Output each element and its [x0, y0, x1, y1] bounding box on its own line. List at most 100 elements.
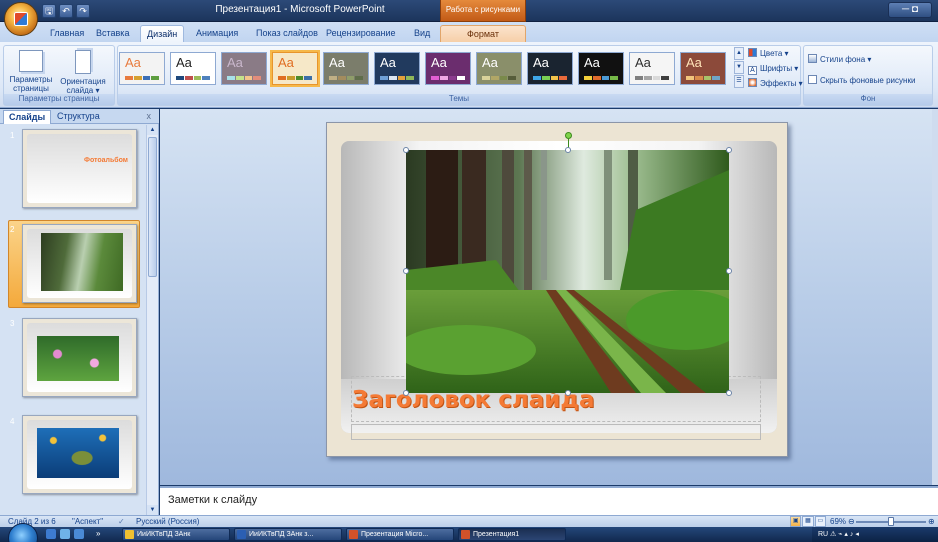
slide-thumbnails: 1 Фотоальбом 2 3 4	[0, 125, 146, 515]
tab-home[interactable]: Главная	[44, 25, 90, 42]
tab-insert[interactable]: Вставка	[90, 25, 135, 42]
slide-thumbnail-3[interactable]	[22, 318, 137, 397]
gallery-more-icon[interactable]: ☰	[734, 75, 744, 88]
theme-thumbnail[interactable]: Aa	[476, 52, 522, 85]
switch-windows-icon[interactable]	[74, 529, 84, 539]
slide: Заголовок слайда	[326, 122, 788, 457]
slide-thumbnail-1[interactable]: Фотоальбом	[22, 129, 137, 208]
window-controls[interactable]: ─ ◘	[888, 2, 932, 18]
notes-pane[interactable]: Заметки к слайду	[160, 486, 938, 515]
zoom-level[interactable]: 69%	[830, 516, 846, 527]
resize-handle[interactable]	[403, 147, 409, 153]
slide-orientation-button[interactable]: Ориентация слайда ▾	[60, 50, 106, 95]
scroll-down-icon[interactable]: ▼	[147, 505, 158, 515]
fonts-button[interactable]: A Шрифты ▾	[748, 63, 798, 75]
view-buttons: ▣ ▦ ▭	[790, 516, 826, 527]
theme-name: "Аспект"	[72, 517, 104, 526]
slide-editing-area: Заголовок слайда	[160, 109, 938, 485]
effects-button[interactable]: Эффекты ▾	[748, 78, 803, 90]
theme-thumbnail[interactable]: Aa	[425, 52, 471, 85]
tab-outline[interactable]: Структура	[52, 110, 105, 124]
sorter-view-icon[interactable]: ▦	[802, 516, 814, 527]
theme-color-bars	[635, 76, 669, 80]
close-panel-icon[interactable]: x	[147, 109, 152, 123]
theme-thumbnail[interactable]: Aa	[323, 52, 369, 85]
slide-thumbnail-4[interactable]	[22, 415, 137, 494]
background-group-label: Фон	[804, 94, 932, 105]
effects-label: Эффекты ▾	[760, 79, 803, 88]
title-bar: 🖫 ↶ ↷ Презентация1 - Microsoft PowerPoin…	[0, 0, 938, 22]
language[interactable]: Русский (Россия)	[136, 516, 199, 527]
theme-thumbnail[interactable]: Aa	[270, 50, 320, 87]
theme-thumbnail[interactable]: Aa	[629, 52, 675, 85]
resize-handle[interactable]	[726, 268, 732, 274]
tab-review[interactable]: Рецензирование	[320, 25, 402, 42]
hide-background-checkbox[interactable]: Скрыть фоновые рисунки	[808, 75, 915, 87]
theme-color-bars	[482, 76, 516, 80]
page-setup-button[interactable]: Параметры страницы	[8, 50, 54, 93]
scroll-up-icon[interactable]: ▲	[147, 125, 158, 135]
zoom-out-icon[interactable]: ⊖	[848, 516, 855, 527]
word-icon	[237, 530, 246, 539]
tab-slides[interactable]: Слайды	[3, 110, 52, 124]
background-styles-button[interactable]: Стили фона ▾	[808, 54, 871, 66]
system-tray[interactable]: RU ⚠ ⌁ ▴ ♪ ◂	[812, 527, 938, 542]
taskbar-item-2[interactable]: ИиИКТвПД ЗАнк з...	[234, 528, 342, 541]
tab-view[interactable]: Вид	[408, 25, 436, 42]
theme-thumbnail[interactable]: Aa	[374, 52, 420, 85]
spellcheck-icon[interactable]: ✓	[118, 516, 125, 527]
status-bar: Слайд 2 из 6 "Аспект" ✓ Русский (Россия)…	[0, 515, 938, 527]
slide-number: 2	[10, 225, 15, 234]
taskbar-item-1[interactable]: ИиИКТвПД ЗАнк	[122, 528, 230, 541]
resize-handle[interactable]	[726, 147, 732, 153]
theme-color-bars	[686, 76, 720, 80]
resize-handle[interactable]	[403, 268, 409, 274]
theme-thumbnail[interactable]: Aa	[578, 52, 624, 85]
theme-thumbnail[interactable]: Aa	[119, 52, 165, 85]
tab-slideshow[interactable]: Показ слайдов	[250, 25, 324, 42]
slideshow-view-icon[interactable]: ▭	[814, 516, 826, 527]
canvas-scrollbar[interactable]	[932, 109, 938, 485]
resize-handle[interactable]	[726, 390, 732, 396]
colors-button[interactable]: Цвета ▾	[748, 48, 789, 60]
taskbar-item-3[interactable]: Презентация Micro...	[346, 528, 454, 541]
theme-thumbnail[interactable]: Aa	[221, 52, 267, 85]
windows-taskbar: » ИиИКТвПД ЗАнк ИиИКТвПД ЗАнк з... Презе…	[0, 523, 938, 542]
theme-thumbnail[interactable]: Aa	[170, 52, 216, 85]
resize-handle[interactable]	[403, 390, 409, 396]
overflow-chevron-icon[interactable]: »	[96, 528, 100, 539]
resize-handle[interactable]	[565, 147, 571, 153]
theme-sample-text: Aa	[278, 55, 294, 70]
theme-sample-text: Aa	[380, 55, 396, 70]
page-setup-icon	[19, 50, 43, 72]
forest-image	[406, 150, 729, 393]
tab-animation[interactable]: Анимация	[190, 25, 244, 42]
ie-icon[interactable]	[60, 529, 70, 539]
gallery-down-icon[interactable]: ▼	[734, 61, 744, 74]
tab-format[interactable]: Формат	[440, 25, 526, 42]
tab-design[interactable]: Дизайн	[140, 25, 185, 42]
show-desktop-icon[interactable]	[46, 529, 56, 539]
normal-view-icon[interactable]: ▣	[790, 516, 802, 527]
rotate-handle[interactable]	[565, 132, 572, 139]
theme-thumbnail[interactable]: Aa	[680, 52, 726, 85]
slide-thumbnail-2[interactable]	[22, 224, 137, 303]
office-button[interactable]	[4, 2, 38, 36]
zoom-slider-knob[interactable]	[888, 517, 894, 526]
fonts-label: Шрифты ▾	[760, 64, 799, 73]
zoom-in-icon[interactable]: ⊕	[928, 516, 935, 527]
slide-subtitle-placeholder[interactable]	[351, 424, 761, 440]
theme-sample-text: Aa	[533, 55, 549, 70]
theme-color-bars	[227, 76, 261, 80]
thumbnails-scrollbar[interactable]: ▲ ▼	[146, 125, 158, 515]
gallery-up-icon[interactable]: ▲	[734, 47, 744, 60]
forest-photo[interactable]	[406, 150, 729, 393]
resize-handle[interactable]	[565, 390, 571, 396]
taskbar-item-4[interactable]: Презентация1	[458, 528, 566, 541]
theme-color-bars	[278, 76, 312, 80]
theme-thumbnail[interactable]: Aa	[527, 52, 573, 85]
themes-gallery-scroll[interactable]: ▲ ▼ ☰	[734, 47, 744, 88]
notes-placeholder: Заметки к слайду	[168, 494, 258, 506]
page-setup-group: Параметры страницы Ориентация слайда ▾ П…	[3, 45, 115, 106]
scrollbar-thumb[interactable]	[148, 137, 157, 277]
